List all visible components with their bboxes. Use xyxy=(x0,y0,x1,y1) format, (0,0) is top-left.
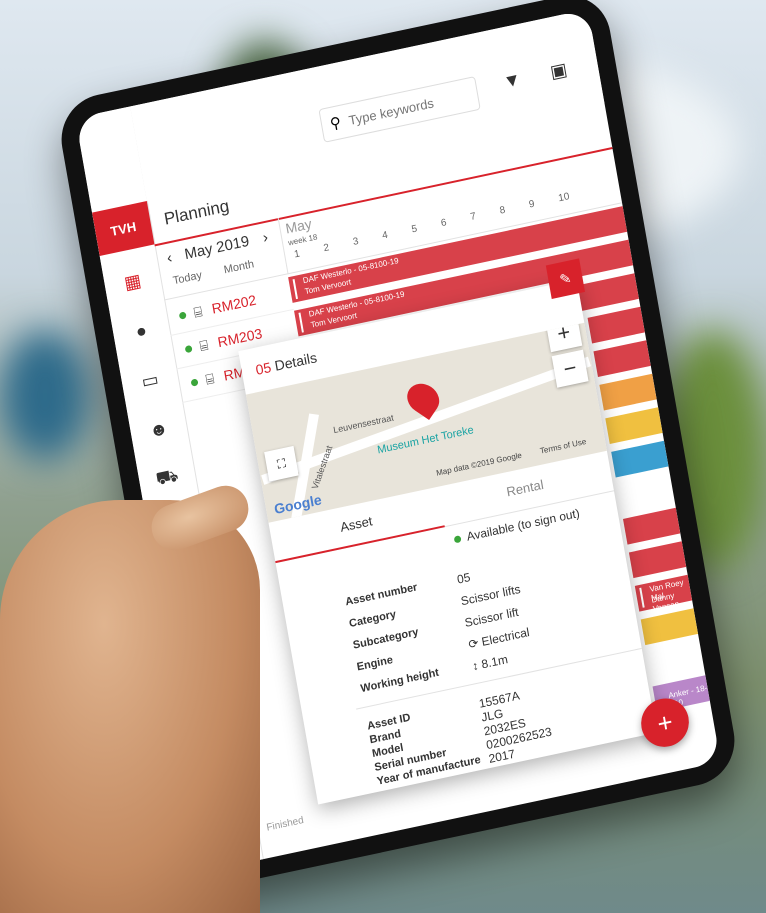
engine-value: Electrical xyxy=(480,624,531,649)
zoom-in-button[interactable]: + xyxy=(545,322,583,353)
status-dot xyxy=(184,344,193,353)
day-label: 3 xyxy=(352,235,360,248)
day-label: 1 xyxy=(293,248,301,261)
chevron-left-icon[interactable]: ‹ xyxy=(166,249,174,267)
pencil-icon: ✎ xyxy=(558,269,573,288)
day-label: 6 xyxy=(440,217,448,230)
status-dot xyxy=(190,377,199,387)
finished-label: Finished xyxy=(265,815,305,834)
booking-bar[interactable] xyxy=(611,440,669,478)
map-icon[interactable]: ▭ xyxy=(119,353,181,408)
field-value: ↕ 8.1m xyxy=(471,652,509,673)
booking-bar[interactable] xyxy=(623,507,681,545)
zoom-out-button[interactable]: − xyxy=(551,349,589,388)
day-label: 7 xyxy=(469,211,477,224)
fullscreen-icon[interactable]: ⛶ xyxy=(264,445,299,482)
resource-name: RM202 xyxy=(210,291,258,317)
plus-icon: + xyxy=(654,705,675,739)
field-label: Asset number xyxy=(344,581,419,609)
scissor-lift-icon: ⌸ xyxy=(204,369,216,388)
map-street-label: Vitalestraat xyxy=(309,444,335,491)
chevron-right-icon[interactable]: › xyxy=(261,229,269,247)
field-label: Category xyxy=(348,608,397,631)
booking-bar[interactable] xyxy=(599,373,657,411)
background-building xyxy=(0,330,90,460)
search-input[interactable] xyxy=(345,88,460,130)
booking-bar[interactable] xyxy=(605,407,663,445)
current-month: May 2019 xyxy=(183,232,251,264)
details-title: 05 Details xyxy=(254,349,318,378)
tab-rental[interactable]: Rental xyxy=(505,477,544,500)
search-icon: ⚲ xyxy=(328,114,343,134)
today-button[interactable]: Today xyxy=(172,269,203,287)
map-terms-link[interactable]: Terms of Use xyxy=(539,437,587,456)
month-view-select[interactable]: Month xyxy=(223,258,255,276)
edit-button[interactable]: ✎ xyxy=(545,258,585,299)
asset-number-badge: 05 xyxy=(254,358,273,378)
tab-asset[interactable]: Asset xyxy=(339,513,373,535)
filter-icon[interactable]: ▼ xyxy=(502,69,523,93)
bar-marker xyxy=(292,278,298,300)
search-box[interactable]: ⚲ xyxy=(318,76,481,143)
scissor-lift-icon: ⌸ xyxy=(192,302,204,321)
booking-bar[interactable] xyxy=(628,541,687,579)
details-heading: Details xyxy=(273,349,319,374)
field-value: Scissor lifts xyxy=(459,581,522,609)
scissor-lift-icon: ⌸ xyxy=(198,336,210,354)
calendar-icon[interactable]: ▦ xyxy=(101,254,163,309)
day-label: 5 xyxy=(410,223,419,236)
inbox-icon[interactable]: ▣ xyxy=(549,59,569,83)
people-icon[interactable]: ☻ xyxy=(127,402,189,457)
tvh-logo: TVH xyxy=(92,201,155,257)
booking-bar[interactable] xyxy=(640,608,699,646)
field-value: Scissor lift xyxy=(463,604,520,631)
status-dot xyxy=(453,534,462,543)
field-label: Working height xyxy=(359,666,440,696)
status-dot xyxy=(178,310,187,320)
day-label: 9 xyxy=(528,198,536,211)
holding-hand xyxy=(0,500,260,913)
height-value: 8.1m xyxy=(480,652,509,672)
field-value: ⟳ Electrical xyxy=(467,625,530,652)
bar-marker xyxy=(639,587,645,608)
day-label: 2 xyxy=(322,242,331,255)
field-label: Engine xyxy=(355,653,394,674)
bar-marker xyxy=(298,312,304,333)
booking-bar[interactable] xyxy=(587,306,645,344)
field-label: Subcategory xyxy=(352,626,420,652)
day-label: 10 xyxy=(557,191,571,205)
location-pin-icon[interactable]: ● xyxy=(110,303,172,358)
field-value: 05 xyxy=(455,570,472,587)
day-label: 4 xyxy=(381,229,389,242)
booking-bar[interactable]: Van Roey Mal Danny Vansan xyxy=(634,574,693,614)
booking-bar[interactable] xyxy=(593,340,651,378)
page-title: Planning xyxy=(162,196,231,229)
day-label: 8 xyxy=(498,204,507,217)
